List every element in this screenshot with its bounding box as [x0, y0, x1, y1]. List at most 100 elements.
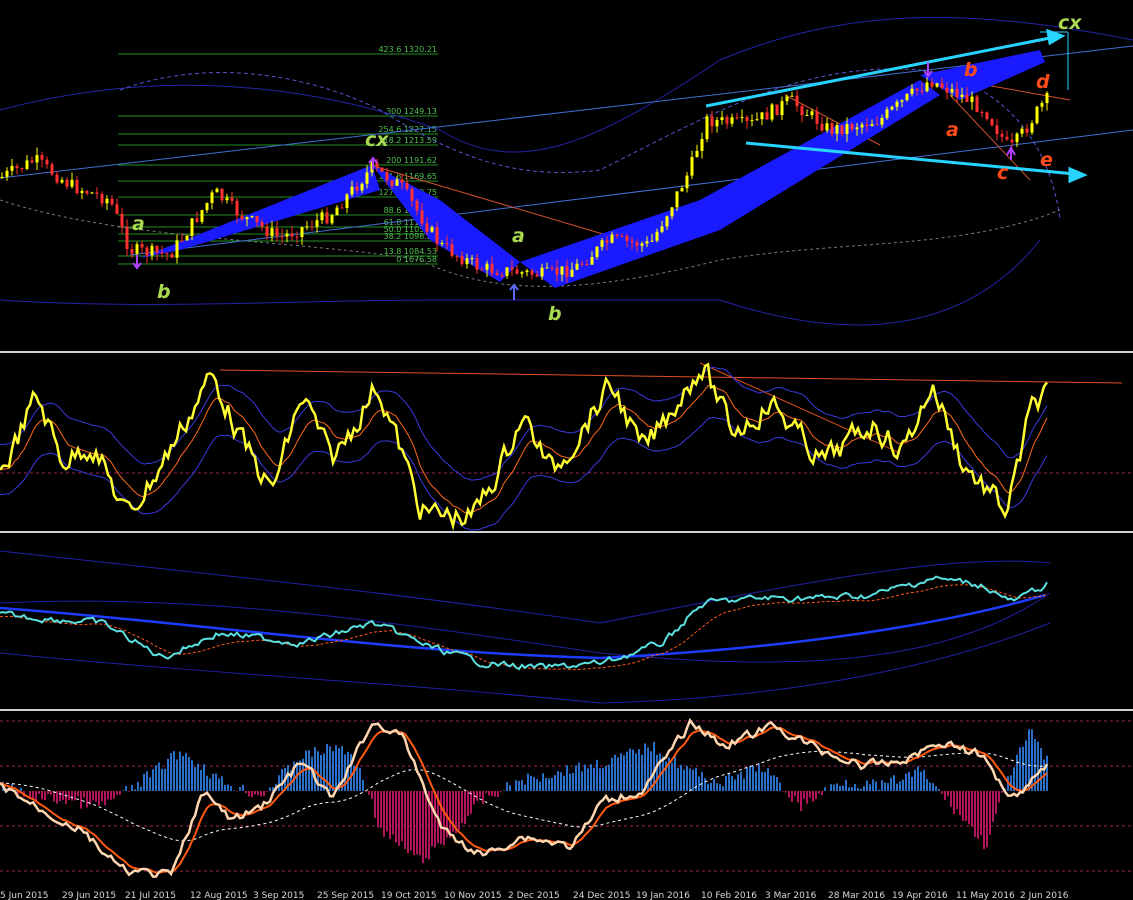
histogram-bar [833, 784, 835, 791]
candle [1005, 130, 1009, 141]
histogram-bar [548, 778, 550, 791]
histogram-bar [824, 787, 826, 791]
osc-trend-line [219, 369, 1123, 384]
candle [730, 113, 734, 127]
histogram-bar [260, 791, 262, 797]
histogram-bar [113, 791, 115, 799]
histogram-bar [509, 785, 511, 791]
histogram-bar [581, 771, 583, 791]
time-label: 2 Jun 2016 [1020, 891, 1069, 900]
candle [210, 190, 214, 210]
candle [340, 203, 344, 209]
histogram-bar [611, 757, 613, 791]
histogram-bar [107, 791, 109, 800]
histogram-bar [860, 789, 862, 791]
histogram-bar [254, 791, 256, 795]
histogram-bar [332, 751, 334, 791]
histogram-bar [281, 769, 283, 791]
histogram-bar [248, 791, 250, 797]
histogram-bar [356, 766, 358, 791]
candle [215, 187, 219, 193]
candle [35, 147, 39, 171]
histogram-bar [194, 767, 196, 791]
histogram-bar [791, 791, 793, 802]
histogram-pane[interactable] [0, 711, 1133, 883]
candle [170, 252, 174, 258]
histogram-bar [557, 771, 559, 791]
candle [520, 270, 524, 278]
histogram-bar [851, 787, 853, 791]
histogram-bar [830, 784, 832, 791]
candle [120, 207, 124, 234]
histogram-bar [758, 763, 760, 791]
histogram-bar [380, 791, 382, 828]
histogram-bar [365, 791, 367, 792]
time-label: 19 Apr 2016 [892, 891, 948, 900]
momentum-pane[interactable] [0, 533, 1133, 709]
histogram-bar [968, 791, 970, 825]
histogram-bar [749, 765, 751, 791]
candle [5, 167, 9, 181]
histogram-bar [221, 776, 223, 791]
fib-label: 200 1191.62 [386, 156, 437, 165]
histogram-bar [794, 791, 796, 796]
histogram-bar [725, 775, 727, 791]
candle [735, 113, 739, 120]
histogram-bar [617, 757, 619, 791]
arrow-head-icon [1068, 166, 1088, 184]
oscillator-pane[interactable] [0, 353, 1133, 531]
histogram-bar [620, 753, 622, 791]
histogram-bar [368, 791, 370, 795]
price-chart-pane[interactable]: 423.6 1320.21 300 1249.13 254.6 1227.15 … [0, 0, 1133, 351]
candlesticks[interactable] [0, 77, 1049, 283]
histogram-bar [521, 779, 523, 791]
histogram-bar [134, 789, 136, 791]
histogram-bar [335, 745, 337, 791]
candle [805, 109, 809, 117]
histogram-bar [359, 767, 361, 791]
histogram-bar [125, 785, 127, 791]
candle [1020, 126, 1024, 138]
histogram-bar [146, 771, 148, 791]
histogram-bar [932, 783, 934, 791]
histogram-bar [56, 791, 58, 804]
histogram-bar [683, 769, 685, 791]
histogram-bar [122, 790, 124, 791]
histogram-bar [761, 771, 763, 791]
histogram-bar [914, 769, 916, 791]
histogram-bar [119, 791, 121, 795]
histogram-bar [86, 791, 88, 808]
candle [295, 231, 299, 244]
histogram-bar [527, 773, 529, 791]
histogram-bar [1019, 747, 1021, 791]
time-label: 19 Oct 2015 [381, 891, 437, 900]
histogram-bar [242, 784, 244, 791]
histogram-bar [101, 791, 103, 802]
histogram-bar [689, 768, 691, 791]
histogram-bar [1025, 740, 1027, 791]
candle [150, 242, 154, 261]
candle [780, 96, 784, 120]
histogram-bar [203, 764, 205, 791]
histogram-bar [701, 771, 703, 791]
histogram-bar [395, 791, 397, 843]
histogram-bar [533, 777, 535, 791]
histogram-bar [707, 783, 709, 791]
candle [505, 267, 509, 279]
candle [980, 109, 984, 118]
time-label: 10 Nov 2015 [444, 891, 502, 900]
candle [85, 189, 89, 196]
histogram-bar [518, 780, 520, 791]
histogram-bar [935, 786, 937, 791]
histogram-bar [917, 766, 919, 791]
histogram-bar [893, 775, 895, 791]
wave-label-cx: cx [1058, 12, 1082, 34]
histogram-bar [593, 767, 595, 791]
histogram-bar [641, 754, 643, 791]
price-chart[interactable]: 423.6 1320.21 300 1249.13 254.6 1227.15 … [0, 0, 1133, 351]
histogram-bar [545, 777, 547, 791]
histogram-bar [143, 773, 145, 791]
candle [775, 104, 779, 116]
histogram-bar [602, 767, 604, 791]
wave-label-b: b [157, 281, 171, 303]
